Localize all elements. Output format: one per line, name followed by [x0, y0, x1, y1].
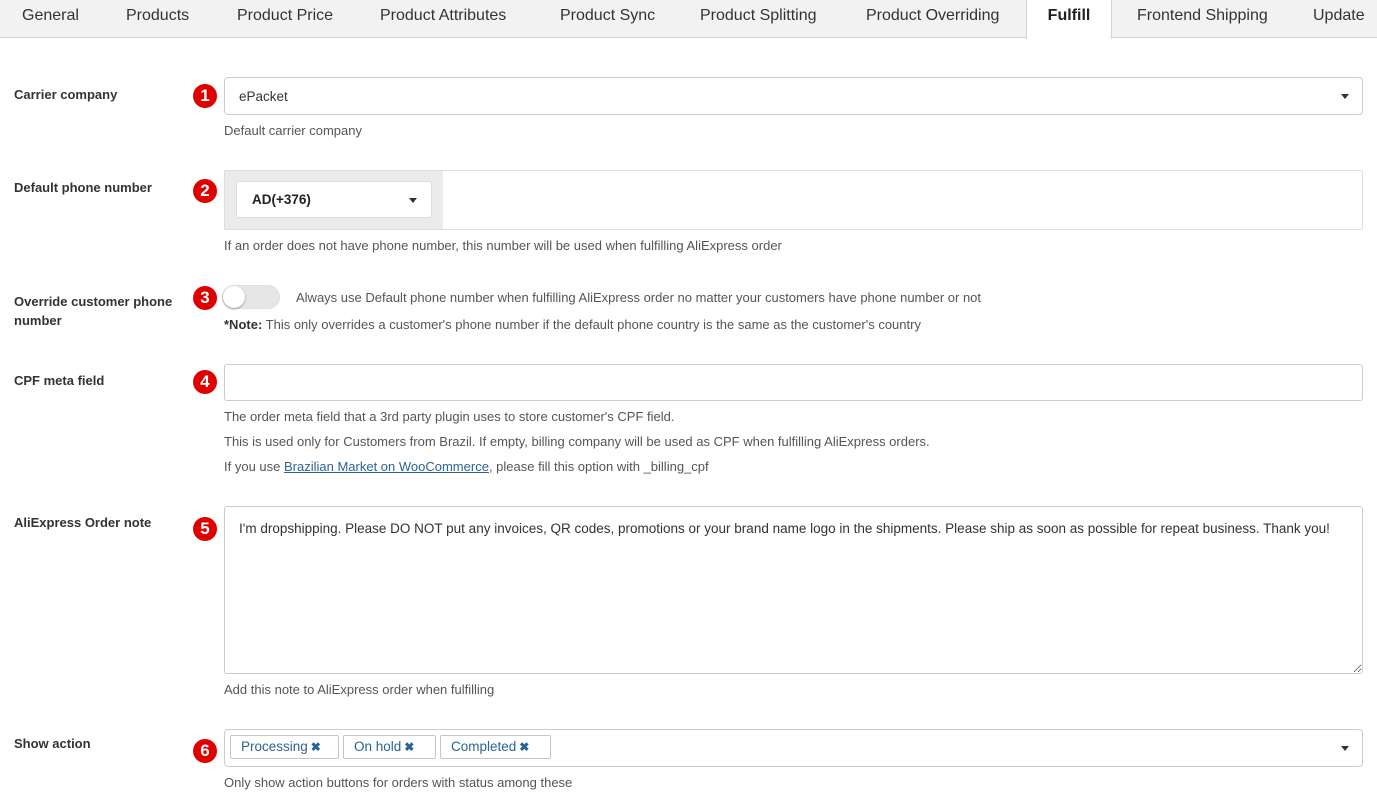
status-chip-processing[interactable]: Processing ✖ — [230, 735, 339, 759]
carrier-company-label: Carrier company — [14, 87, 118, 102]
cpf-help-3: If you use Brazilian Market on WooCommer… — [224, 459, 709, 474]
note-label: *Note: — [224, 317, 263, 332]
brazilian-market-link[interactable]: Brazilian Market on WooCommerce — [284, 459, 489, 474]
tab-product-overriding[interactable]: Product Overriding — [866, 0, 999, 38]
chevron-down-icon — [1341, 746, 1349, 751]
tab-frontend-shipping[interactable]: Frontend Shipping — [1137, 0, 1268, 38]
cpf-help-2: This is used only for Customers from Bra… — [224, 434, 930, 449]
cpf-meta-label: CPF meta field — [14, 373, 105, 388]
cpf-meta-input[interactable] — [224, 364, 1363, 401]
cpf-help-3-prefix: If you use — [224, 459, 284, 474]
country-code-select[interactable]: AD(+376) — [236, 181, 432, 218]
remove-icon[interactable]: ✖ — [311, 740, 321, 754]
step-marker-6: 6 — [193, 739, 217, 763]
override-phone-label: Override customer phone number — [14, 294, 173, 328]
carrier-company-select[interactable]: ePacket — [224, 77, 1363, 115]
override-phone-description: Always use Default phone number when ful… — [296, 290, 982, 305]
order-note-label: AliExpress Order note — [14, 515, 152, 530]
default-phone-input[interactable] — [443, 171, 1362, 229]
status-chip-label: On hold — [354, 739, 402, 754]
tab-general[interactable]: General — [22, 0, 79, 38]
tab-fulfill[interactable]: Fulfill — [1026, 0, 1112, 39]
default-phone-label: Default phone number — [14, 180, 152, 195]
override-phone-note: *Note: This only overrides a customer's … — [224, 317, 921, 332]
step-marker-4: 4 — [193, 370, 217, 394]
tab-product-sync[interactable]: Product Sync — [560, 0, 655, 38]
order-note-help: Add this note to AliExpress order when f… — [224, 682, 495, 697]
cpf-help-3-suffix: , please fill this option with _billing_… — [488, 459, 709, 474]
status-chip-on-hold[interactable]: On hold ✖ — [343, 735, 436, 759]
show-action-label: Show action — [14, 736, 91, 751]
step-marker-2: 2 — [193, 179, 217, 203]
tab-product-splitting[interactable]: Product Splitting — [700, 0, 817, 38]
settings-tab-bar: General Products Product Price Product A… — [0, 0, 1377, 39]
tab-product-price[interactable]: Product Price — [237, 0, 333, 38]
note-text: This only overrides a customer's phone n… — [262, 317, 921, 332]
chevron-down-icon — [1341, 94, 1349, 99]
status-chip-label: Processing — [241, 739, 308, 754]
country-code-value: AD(+376) — [252, 192, 311, 207]
toggle-knob — [223, 286, 245, 308]
carrier-company-value: ePacket — [239, 89, 288, 104]
chevron-down-icon — [409, 198, 417, 203]
default-phone-help: If an order does not have phone number, … — [224, 238, 782, 253]
override-phone-toggle[interactable] — [222, 285, 280, 309]
order-note-textarea[interactable]: I'm dropshipping. Please DO NOT put any … — [224, 506, 1363, 674]
show-action-help: Only show action buttons for orders with… — [224, 775, 573, 790]
step-marker-1: 1 — [193, 84, 217, 108]
step-marker-5: 5 — [193, 517, 217, 541]
status-chip-label: Completed — [451, 739, 517, 754]
carrier-company-help: Default carrier company — [224, 123, 362, 138]
remove-icon[interactable]: ✖ — [519, 740, 529, 754]
phone-input-group: AD(+376) — [224, 170, 1363, 230]
remove-icon[interactable]: ✖ — [404, 740, 414, 754]
step-marker-3: 3 — [193, 286, 217, 310]
tab-products[interactable]: Products — [126, 0, 189, 38]
cpf-help-1: The order meta field that a 3rd party pl… — [224, 409, 675, 424]
tab-product-attributes[interactable]: Product Attributes — [380, 0, 506, 38]
tab-update[interactable]: Update — [1313, 0, 1365, 38]
status-chip-completed[interactable]: Completed ✖ — [440, 735, 551, 759]
